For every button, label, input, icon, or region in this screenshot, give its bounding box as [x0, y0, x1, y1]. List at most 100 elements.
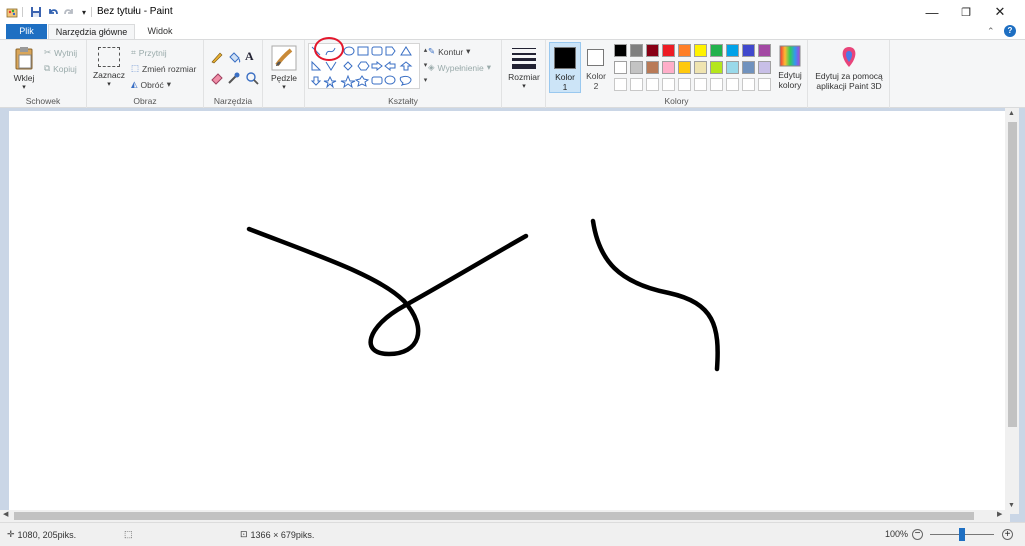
- group-paint3d: Edytuj za pomocą aplikacji Paint 3D: [808, 40, 890, 108]
- palette-color-swatch[interactable]: [678, 61, 691, 74]
- save-icon[interactable]: [29, 5, 43, 19]
- size-dropdown-icon[interactable]: ▾: [506, 82, 542, 92]
- scroll-up-icon[interactable]: ▲: [1008, 110, 1015, 117]
- drawing-strokes: [246, 218, 720, 372]
- custom-color-slot[interactable]: [630, 78, 643, 91]
- tab-file[interactable]: Plik: [6, 24, 47, 39]
- undo-icon[interactable]: [46, 5, 60, 19]
- selection-size: ⬚: [124, 529, 133, 540]
- size-button[interactable]: Rozmiar ▾: [506, 46, 542, 92]
- fill-button[interactable]: ◈ Wypełnienie ▾: [428, 62, 491, 73]
- group-image: Zaznacz ▾ ⌗ Przytnij ⬚ Zmień rozmiar ◭ Obró…: [87, 40, 204, 108]
- custom-color-slot[interactable]: [758, 78, 771, 91]
- cut-button[interactable]: ✂ Wytnij: [44, 47, 77, 58]
- scroll-left-icon[interactable]: ◀: [3, 510, 8, 518]
- custom-color-slot[interactable]: [646, 78, 659, 91]
- close-button[interactable]: ✕: [983, 2, 1017, 22]
- palette-color-swatch[interactable]: [662, 61, 675, 74]
- palette-color-swatch[interactable]: [678, 44, 691, 57]
- custom-color-slot[interactable]: [614, 78, 627, 91]
- horizontal-scrollbar[interactable]: ◀ ▶: [0, 510, 1010, 522]
- collapse-ribbon-icon[interactable]: ⌃: [987, 26, 995, 37]
- color2-button[interactable]: Kolor 2: [582, 42, 610, 93]
- title-bar: ▾ Bez tytułu - Paint — ❐ ✕: [0, 0, 1025, 24]
- zoom-out-button[interactable]: −: [912, 529, 923, 540]
- custom-color-slot[interactable]: [662, 78, 675, 91]
- select-label: Zaznacz: [92, 70, 126, 80]
- palette-color-swatch[interactable]: [646, 44, 659, 57]
- palette-color-swatch[interactable]: [614, 61, 627, 74]
- palette-color-swatch[interactable]: [726, 44, 739, 57]
- rotate-button[interactable]: ◭ Obróć ▾: [131, 79, 171, 90]
- select-dropdown-icon[interactable]: ▾: [92, 80, 126, 90]
- scroll-down-icon[interactable]: ▼: [1008, 502, 1015, 509]
- palette-color-swatch[interactable]: [614, 44, 627, 57]
- tab-home[interactable]: Narzędzia główne: [48, 24, 135, 39]
- rotate-dropdown-icon: ▾: [166, 79, 171, 89]
- crop-button[interactable]: ⌗ Przytnij: [131, 47, 167, 58]
- palette-color-swatch[interactable]: [646, 61, 659, 74]
- palette-color-swatch[interactable]: [726, 61, 739, 74]
- rotate-icon: ◭: [131, 79, 138, 89]
- palette-color-swatch[interactable]: [742, 61, 755, 74]
- brushes-button[interactable]: Pędzle ▾: [267, 45, 301, 93]
- resize-button[interactable]: ⬚ Zmień rozmiar: [131, 63, 196, 74]
- paste-button[interactable]: Wklej ▾: [8, 45, 40, 93]
- palette-color-swatch[interactable]: [694, 61, 707, 74]
- eraser-icon[interactable]: [210, 71, 224, 85]
- outline-label: Kontur: [438, 46, 464, 57]
- help-icon[interactable]: ?: [1004, 25, 1016, 37]
- palette-color-swatch[interactable]: [710, 44, 723, 57]
- select-button[interactable]: Zaznacz ▾: [92, 47, 126, 90]
- minimize-button[interactable]: —: [915, 2, 949, 22]
- zoom-slider-thumb[interactable]: [959, 528, 965, 541]
- scroll-right-icon[interactable]: ▶: [997, 510, 1002, 518]
- redo-icon[interactable]: [62, 5, 76, 19]
- palette-color-swatch[interactable]: [694, 44, 707, 57]
- custom-color-slot[interactable]: [710, 78, 723, 91]
- palette-color-swatch[interactable]: [710, 61, 723, 74]
- text-tool-icon[interactable]: A: [245, 49, 254, 64]
- paint-app-icon[interactable]: [5, 5, 19, 19]
- vertical-scrollbar[interactable]: ▲ ▼: [1005, 108, 1019, 514]
- vertical-scroll-thumb[interactable]: [1008, 122, 1017, 427]
- group-brushes: Pędzle ▾: [263, 40, 305, 108]
- status-bar: ✛ 1080, 205piks. ⬚ ⊡ 1366 × 679piks. 100…: [0, 522, 1025, 546]
- tab-view[interactable]: Widok: [140, 24, 180, 39]
- cursor-position-text: 1080, 205piks.: [17, 529, 77, 540]
- cursor-position: ✛ 1080, 205piks.: [7, 529, 76, 540]
- brushes-dropdown-icon[interactable]: ▾: [267, 83, 301, 93]
- palette-color-swatch[interactable]: [758, 44, 771, 57]
- customize-quick-access-icon[interactable]: ▾: [79, 5, 89, 19]
- color1-swatch: [554, 47, 576, 69]
- pencil-icon[interactable]: [210, 50, 224, 64]
- custom-color-slot[interactable]: [726, 78, 739, 91]
- fill-bucket-icon[interactable]: [227, 50, 241, 64]
- copy-button[interactable]: ⧉ Kopiuj: [44, 63, 77, 74]
- custom-color-slot[interactable]: [694, 78, 707, 91]
- zoom-in-button[interactable]: +: [1002, 529, 1013, 540]
- palette-color-swatch[interactable]: [758, 61, 771, 74]
- custom-color-slot[interactable]: [742, 78, 755, 91]
- brushes-label: Pędzle: [271, 73, 297, 83]
- palette-color-swatch[interactable]: [630, 44, 643, 57]
- magnifier-icon[interactable]: [245, 71, 259, 85]
- paste-dropdown-icon[interactable]: ▾: [8, 83, 40, 93]
- palette-color-swatch[interactable]: [742, 44, 755, 57]
- color-picker-icon[interactable]: [227, 71, 241, 85]
- drawing-canvas[interactable]: [9, 111, 1005, 514]
- group-label-clipboard: Schowek: [25, 96, 61, 106]
- palette-color-swatch[interactable]: [662, 44, 675, 57]
- custom-color-slot[interactable]: [678, 78, 691, 91]
- selection-size-icon: ⬚: [124, 529, 133, 539]
- palette-color-swatch[interactable]: [630, 61, 643, 74]
- outline-button[interactable]: ✎ Kontur ▾: [428, 46, 470, 57]
- color1-button[interactable]: Kolor 1: [549, 42, 581, 93]
- horizontal-scroll-thumb[interactable]: [14, 512, 974, 520]
- group-label-colors: Kolory: [664, 96, 689, 106]
- edit-colors-button[interactable]: Edytuj kolory: [772, 44, 808, 90]
- color1-label: Kolor 1: [555, 72, 575, 92]
- edit-with-paint3d-button[interactable]: Edytuj za pomocą aplikacji Paint 3D: [810, 45, 888, 91]
- crosshair-icon: ✛: [7, 529, 15, 539]
- restore-button[interactable]: ❐: [949, 2, 983, 22]
